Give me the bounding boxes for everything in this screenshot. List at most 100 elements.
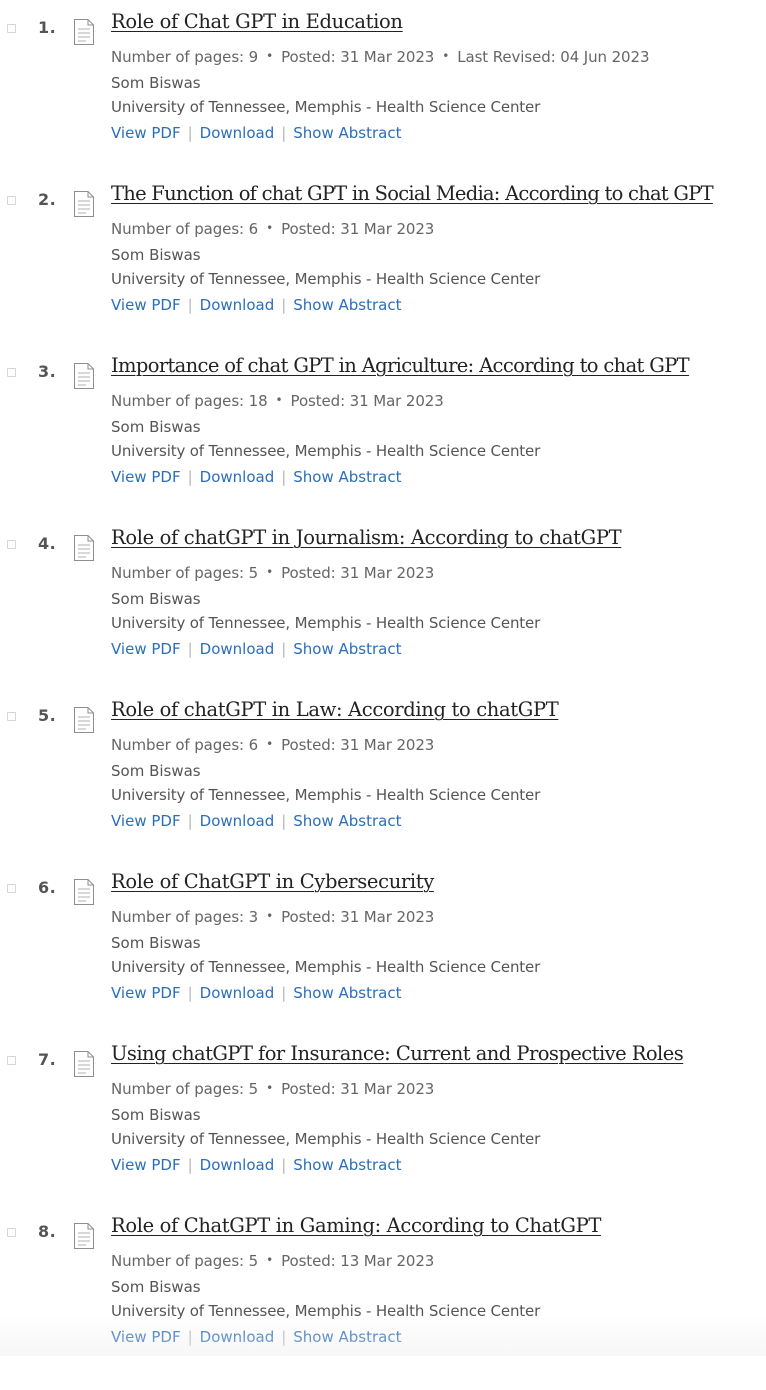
view-pdf-link[interactable]: View PDF — [111, 984, 181, 1002]
action-divider: | — [187, 1156, 193, 1174]
paper-meta: Number of pages: 5 • Posted: 31 Mar 2023 — [111, 1080, 434, 1098]
view-pdf-link[interactable]: View PDF — [111, 1156, 181, 1174]
posted-date: Posted: 31 Mar 2023 — [281, 564, 435, 582]
view-pdf-link[interactable]: View PDF — [111, 468, 181, 486]
meta-separator: • — [275, 393, 283, 407]
view-pdf-link[interactable]: View PDF — [111, 812, 181, 830]
show-abstract-link[interactable]: Show Abstract — [293, 468, 401, 486]
view-pdf-link[interactable]: View PDF — [111, 296, 181, 314]
action-divider: | — [281, 468, 287, 486]
select-checkbox[interactable] — [7, 24, 16, 33]
show-abstract-link[interactable]: Show Abstract — [293, 1156, 401, 1174]
view-pdf-link[interactable]: View PDF — [111, 640, 181, 658]
paper-title-link[interactable]: Using chatGPT for Insurance: Current and… — [111, 1042, 684, 1065]
paper-affiliation: University of Tennessee, Memphis - Healt… — [111, 270, 541, 288]
posted-date: Posted: 31 Mar 2023 — [281, 908, 435, 926]
view-pdf-link[interactable]: View PDF — [111, 1328, 181, 1346]
download-link[interactable]: Download — [200, 1328, 275, 1346]
paper-actions: View PDF | Download | Show Abstract — [111, 812, 402, 830]
document-icon — [73, 362, 95, 390]
paper-title-link[interactable]: Role of chatGPT in Law: According to cha… — [111, 698, 559, 721]
page-count: Number of pages: 18 — [111, 392, 268, 410]
paper-title-link[interactable]: Role of Chat GPT in Education — [111, 10, 403, 33]
action-divider: | — [187, 984, 193, 1002]
paper-item: 4. Role of chatGPT in Journalism: Accord… — [0, 526, 766, 702]
paper-title-link[interactable]: Role of chatGPT in Journalism: According… — [111, 526, 622, 549]
paper-rank: 5. — [38, 706, 57, 725]
document-icon — [73, 1222, 95, 1250]
action-divider: | — [187, 640, 193, 658]
select-checkbox[interactable] — [7, 1056, 16, 1065]
view-pdf-link[interactable]: View PDF — [111, 124, 181, 142]
paper-affiliation: University of Tennessee, Memphis - Healt… — [111, 786, 541, 804]
posted-date: Posted: 31 Mar 2023 — [281, 736, 435, 754]
meta-separator: • — [266, 565, 274, 579]
show-abstract-link[interactable]: Show Abstract — [293, 124, 401, 142]
paper-meta: Number of pages: 6 • Posted: 31 Mar 2023 — [111, 220, 434, 238]
show-abstract-link[interactable]: Show Abstract — [293, 1328, 401, 1346]
paper-actions: View PDF | Download | Show Abstract — [111, 124, 402, 142]
action-divider: | — [281, 1328, 287, 1346]
show-abstract-link[interactable]: Show Abstract — [293, 812, 401, 830]
download-link[interactable]: Download — [200, 468, 275, 486]
posted-date: Posted: 31 Mar 2023 — [281, 220, 435, 238]
meta-separator: • — [266, 221, 274, 235]
paper-affiliation: University of Tennessee, Memphis - Healt… — [111, 442, 541, 460]
paper-rank: 8. — [38, 1222, 57, 1241]
paper-actions: View PDF | Download | Show Abstract — [111, 640, 402, 658]
select-checkbox[interactable] — [7, 368, 16, 377]
paper-item: 6. Role of ChatGPT in Cybersecurity Numb… — [0, 870, 766, 1046]
paper-meta: Number of pages: 18 • Posted: 31 Mar 2023 — [111, 392, 444, 410]
posted-date: Posted: 31 Mar 2023 — [281, 1080, 435, 1098]
download-link[interactable]: Download — [200, 640, 275, 658]
paper-author: Som Biswas — [111, 934, 201, 952]
paper-author: Som Biswas — [111, 1106, 201, 1124]
paper-affiliation: University of Tennessee, Memphis - Healt… — [111, 98, 541, 116]
select-checkbox[interactable] — [7, 712, 16, 721]
paper-title-link[interactable]: The Function of chat GPT in Social Media… — [111, 182, 714, 205]
paper-rank: 3. — [38, 362, 57, 381]
paper-item: 8. Role of ChatGPT in Gaming: According … — [0, 1214, 766, 1390]
page-count: Number of pages: 5 — [111, 1080, 259, 1098]
document-icon — [73, 18, 95, 46]
select-checkbox[interactable] — [7, 540, 16, 549]
select-checkbox[interactable] — [7, 884, 16, 893]
posted-date: Posted: 31 Mar 2023 — [290, 392, 444, 410]
paper-author: Som Biswas — [111, 1278, 201, 1296]
page-count: Number of pages: 5 — [111, 1252, 259, 1270]
paper-meta: Number of pages: 5 • Posted: 13 Mar 2023 — [111, 1252, 434, 1270]
paper-actions: View PDF | Download | Show Abstract — [111, 1156, 402, 1174]
paper-rank: 2. — [38, 190, 57, 209]
download-link[interactable]: Download — [200, 984, 275, 1002]
action-divider: | — [281, 640, 287, 658]
show-abstract-link[interactable]: Show Abstract — [293, 296, 401, 314]
paper-meta: Number of pages: 6 • Posted: 31 Mar 2023 — [111, 736, 434, 754]
paper-title-link[interactable]: Role of ChatGPT in Gaming: According to … — [111, 1214, 601, 1237]
action-divider: | — [187, 812, 193, 830]
document-icon — [73, 534, 95, 562]
meta-separator: • — [266, 909, 274, 923]
paper-rank: 6. — [38, 878, 57, 897]
select-checkbox[interactable] — [7, 196, 16, 205]
action-divider: | — [281, 812, 287, 830]
paper-rank: 4. — [38, 534, 57, 553]
show-abstract-link[interactable]: Show Abstract — [293, 640, 401, 658]
page-count: Number of pages: 5 — [111, 564, 259, 582]
action-divider: | — [187, 296, 193, 314]
paper-title-link[interactable]: Role of ChatGPT in Cybersecurity — [111, 870, 434, 893]
paper-affiliation: University of Tennessee, Memphis - Healt… — [111, 1302, 541, 1320]
page-count: Number of pages: 6 — [111, 220, 259, 238]
show-abstract-link[interactable]: Show Abstract — [293, 984, 401, 1002]
download-link[interactable]: Download — [200, 296, 275, 314]
download-link[interactable]: Download — [200, 812, 275, 830]
download-link[interactable]: Download — [200, 124, 275, 142]
paper-title-link[interactable]: Importance of chat GPT in Agriculture: A… — [111, 354, 690, 377]
paper-author: Som Biswas — [111, 762, 201, 780]
download-link[interactable]: Download — [200, 1156, 275, 1174]
paper-rank: 1. — [38, 18, 57, 37]
meta-separator: • — [266, 1081, 274, 1095]
select-checkbox[interactable] — [7, 1228, 16, 1237]
paper-meta: Number of pages: 9 • Posted: 31 Mar 2023 • L… — [111, 48, 649, 66]
paper-meta: Number of pages: 3 • Posted: 31 Mar 2023 — [111, 908, 434, 926]
action-divider: | — [187, 1328, 193, 1346]
